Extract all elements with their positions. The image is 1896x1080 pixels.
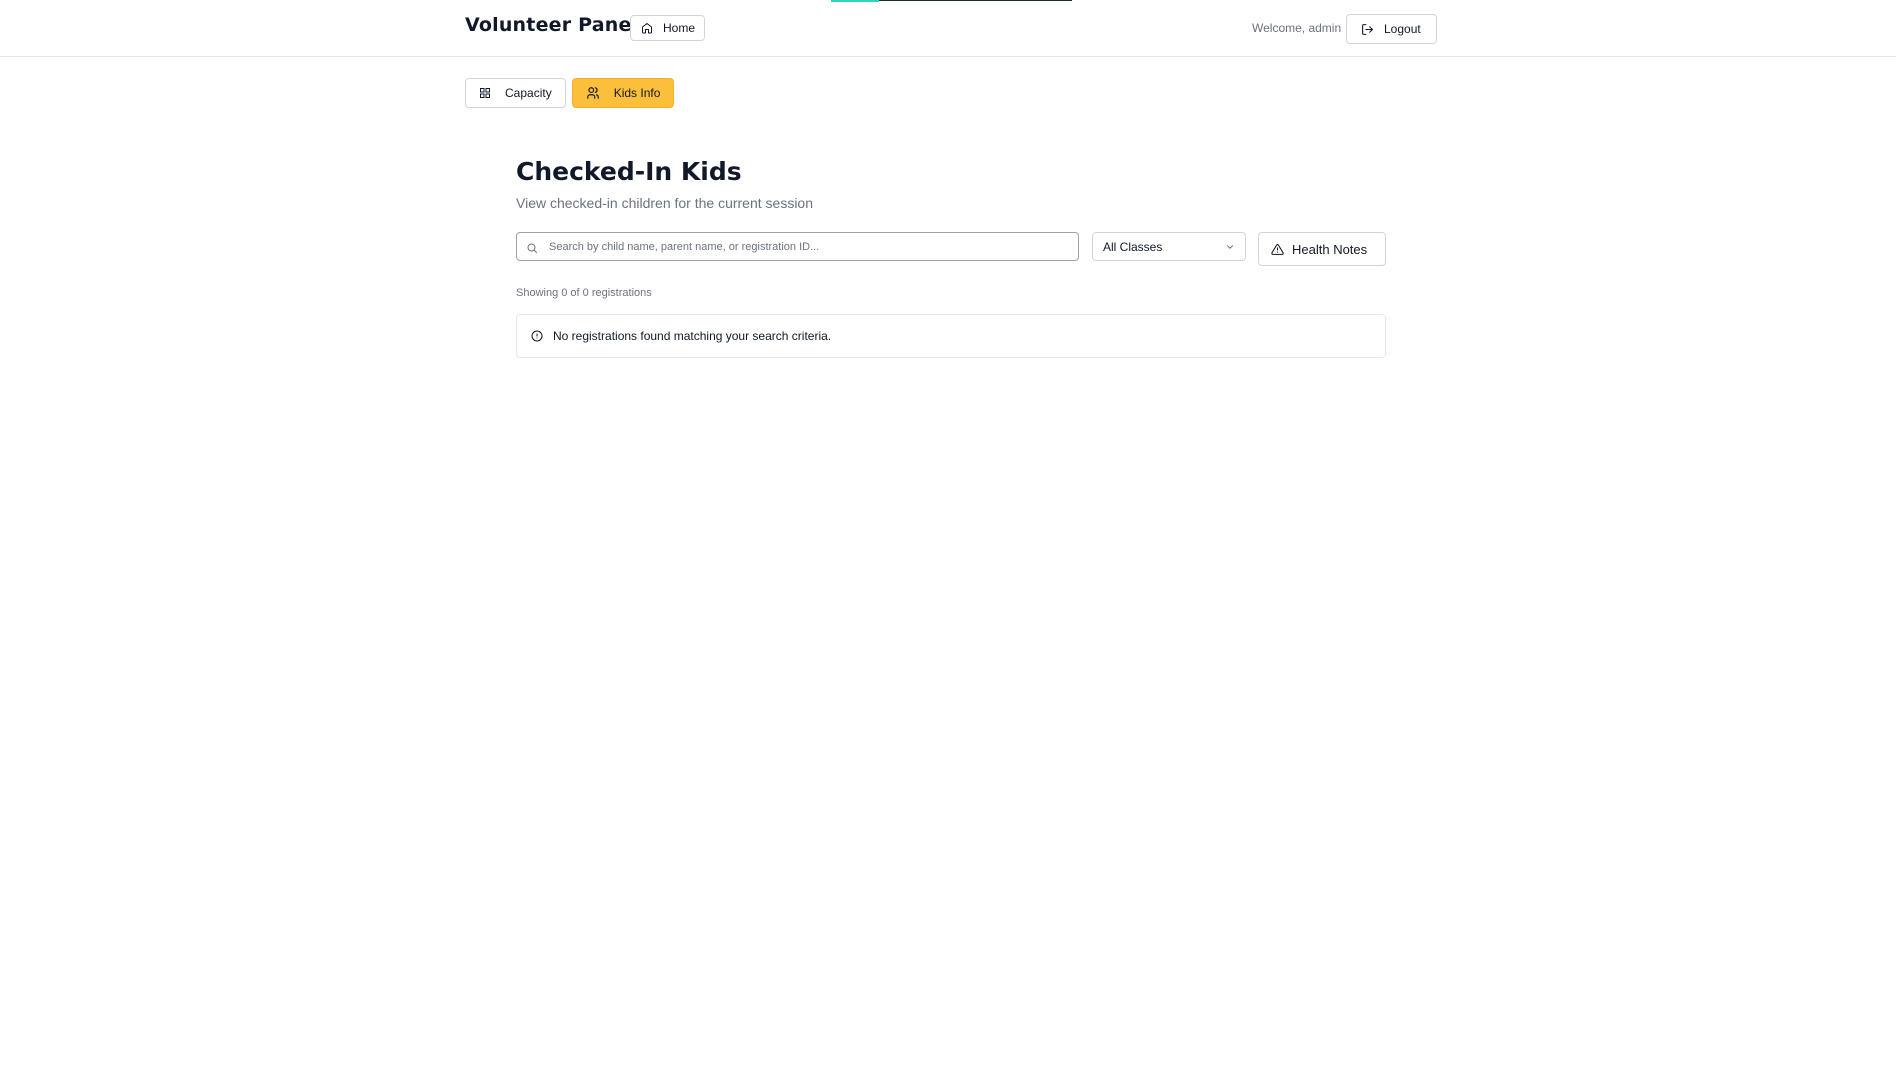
warning-triangle-icon	[1271, 243, 1284, 256]
health-notes-label: Health Notes	[1292, 241, 1368, 257]
grid-icon	[479, 87, 491, 99]
app-header: Volunteer Panel Home Welcome, admin Logo…	[0, 0, 1896, 57]
info-circle-icon	[531, 330, 543, 342]
health-notes-button[interactable]: Health Notes	[1258, 232, 1386, 266]
search-field[interactable]	[516, 232, 1079, 261]
results-count: Showing 0 of 0 registrations	[516, 287, 652, 299]
empty-state-alert: No registrations found matching your sea…	[516, 314, 1386, 358]
tab-capacity-label: Capacity	[505, 86, 552, 100]
tab-kids-info-label: Kids Info	[613, 86, 661, 100]
class-filter-value: All Classes	[1103, 239, 1163, 254]
app-brand: Volunteer Panel	[465, 14, 639, 36]
chevron-down-icon	[1225, 242, 1235, 252]
class-filter-select[interactable]: All Classes	[1092, 232, 1246, 261]
logout-button-label: Logout	[1384, 22, 1421, 36]
tab-capacity[interactable]: Capacity	[465, 78, 566, 108]
users-icon	[586, 86, 600, 100]
search-input[interactable]	[549, 240, 1069, 253]
home-button[interactable]: Home	[630, 15, 705, 41]
tab-kids-info[interactable]: Kids Info	[571, 78, 675, 108]
page-title: Checked-In Kids	[516, 157, 742, 186]
search-icon	[526, 242, 538, 254]
section-tabs: Capacity Kids Info	[465, 78, 675, 108]
page-subtitle: View checked-in children for the current…	[516, 195, 814, 211]
logout-icon	[1361, 23, 1374, 36]
welcome-text: Welcome, admin	[1252, 21, 1342, 35]
empty-state-message: No registrations found matching your sea…	[553, 329, 832, 343]
logout-button[interactable]: Logout	[1346, 14, 1437, 44]
home-icon	[641, 22, 653, 34]
home-button-label: Home	[663, 21, 696, 35]
